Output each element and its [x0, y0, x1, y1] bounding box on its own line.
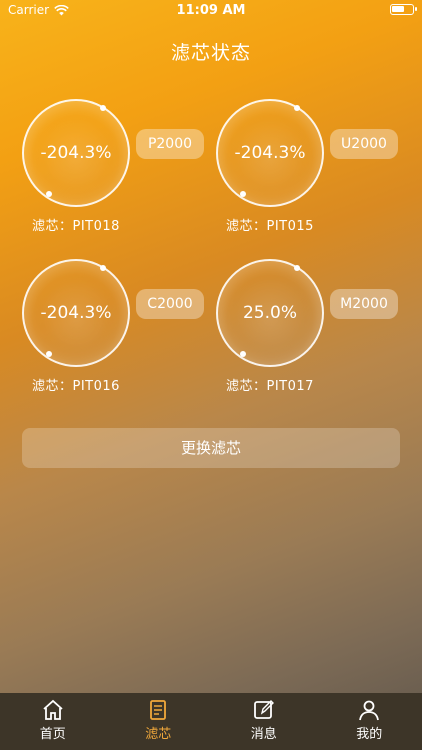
home-icon [43, 699, 63, 720]
status-bar: Carrier 11:09 AM [0, 0, 422, 22]
filter-label: 滤芯：PIT018 [32, 219, 120, 234]
gauge-dot [46, 191, 52, 197]
clock: 11:09 AM [176, 3, 246, 18]
tab-profile[interactable]: 我的 [317, 693, 422, 750]
filter-percent: -204.3% [234, 143, 306, 163]
filter-gauge: -204.3% [216, 99, 324, 207]
gauge-dot [100, 265, 106, 271]
tab-label: 滤芯 [145, 727, 172, 742]
filter-label: 滤芯：PIT017 [226, 379, 314, 394]
filter-model-badge: C2000 [136, 289, 204, 319]
battery-icon [390, 4, 417, 15]
filter-percent: -204.3% [40, 303, 112, 323]
filter-gauge: -204.3% [22, 99, 130, 207]
gauge-dot [46, 351, 52, 357]
page-title: 滤芯状态 [170, 42, 251, 64]
filter-card[interactable]: 25.0% M2000 滤芯：PIT017 [216, 259, 406, 399]
tab-label: 我的 [356, 727, 383, 742]
tab-label: 消息 [250, 727, 277, 742]
tab-filter[interactable]: 滤芯 [106, 693, 212, 750]
document-icon [150, 700, 167, 720]
filter-card[interactable]: -204.3% P2000 滤芯：PIT018 [22, 99, 212, 239]
user-icon [359, 700, 380, 721]
filter-percent: 25.0% [242, 303, 297, 323]
tab-home[interactable]: 首页 [0, 693, 106, 750]
gauge-dot [240, 351, 246, 357]
filter-card[interactable]: -204.3% C2000 滤芯：PIT016 [22, 259, 212, 399]
filter-model-badge: P2000 [136, 129, 204, 159]
filter-label: 滤芯：PIT015 [226, 219, 314, 234]
filter-label: 滤芯：PIT016 [32, 379, 120, 394]
filter-percent: -204.3% [40, 143, 112, 163]
gauge-dot [100, 105, 106, 111]
tab-messages[interactable]: 消息 [211, 693, 317, 750]
tab-bar: 首页 滤芯 消息 我的 [0, 693, 422, 750]
filter-gauge: 25.0% [216, 259, 324, 367]
gauge-dot [240, 191, 246, 197]
replace-filter-button[interactable]: 更换滤芯 [22, 428, 400, 468]
filter-gauge: -204.3% [22, 259, 130, 367]
gauge-dot [294, 265, 300, 271]
edit-icon [253, 700, 274, 719]
filter-card[interactable]: -204.3% U2000 滤芯：PIT015 [216, 99, 406, 239]
gauge-dot [294, 105, 300, 111]
filter-model-badge: U2000 [330, 129, 398, 159]
filter-model-badge: M2000 [330, 289, 398, 319]
tab-label: 首页 [39, 727, 66, 742]
